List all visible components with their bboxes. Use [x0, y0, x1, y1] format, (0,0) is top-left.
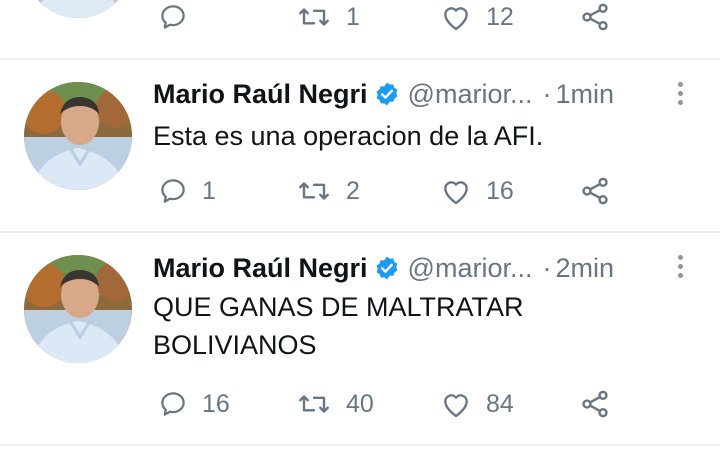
tweet[interactable]: Mario Raúl Negri @marior... · 1min Esta … [0, 60, 720, 230]
tweet-header: Mario Raúl Negri @marior... · 1min [153, 76, 614, 112]
retweet-icon [299, 182, 329, 200]
like-count: 84 [486, 389, 514, 418]
author-name[interactable]: Mario Raúl Negri [153, 253, 368, 284]
retweet-icon [299, 8, 329, 26]
reply-count: 1 [202, 176, 216, 205]
tweet-text: QUE GANAS DE MALTRATAR BOLIVIANOS [153, 292, 524, 360]
author-handle[interactable]: @marior... [408, 253, 533, 284]
more-options-icon[interactable] [673, 255, 687, 282]
retweet-count: 1 [346, 2, 360, 31]
more-options-icon[interactable] [673, 82, 687, 109]
timestamp[interactable]: 2min [555, 253, 614, 284]
like-count: 16 [486, 176, 514, 205]
retweet-count: 2 [346, 176, 360, 205]
share-button[interactable] [579, 384, 611, 424]
retweet-count: 40 [346, 389, 374, 418]
share-icon [582, 177, 608, 205]
reply-icon [161, 179, 185, 203]
like-icon [444, 7, 468, 31]
reply-button[interactable] [158, 0, 202, 37]
retweet-button[interactable]: 1 [296, 0, 360, 37]
verified-badge-icon [374, 255, 400, 281]
reply-icon [161, 392, 185, 416]
share-button[interactable] [579, 0, 611, 37]
divider [0, 444, 720, 446]
reply-button[interactable]: 1 [158, 171, 216, 211]
share-icon [582, 3, 608, 31]
like-button[interactable]: 12 [440, 0, 514, 37]
share-button[interactable] [579, 171, 611, 211]
like-button[interactable]: 16 [440, 171, 514, 211]
avatar[interactable] [24, 255, 132, 363]
separator-dot: · [542, 252, 552, 283]
retweet-button[interactable]: 40 [296, 384, 374, 424]
reply-count: 16 [202, 389, 230, 418]
tweet-text: Esta es una operacion de la AFI. [153, 121, 544, 151]
tweet-actions: 16 40 84 [0, 384, 720, 424]
share-icon [582, 390, 608, 418]
like-count: 12 [486, 2, 514, 31]
like-button[interactable]: 84 [440, 384, 514, 424]
tweet-partial-top: 1 12 [0, 0, 720, 56]
retweet-button[interactable]: 2 [296, 171, 360, 211]
timestamp[interactable]: 1min [555, 79, 614, 110]
retweet-icon [299, 395, 329, 413]
verified-badge-icon [374, 81, 400, 107]
separator-dot: · [542, 78, 552, 109]
like-icon [444, 394, 468, 418]
tweet-actions: 1 12 [0, 0, 720, 37]
like-icon [444, 181, 468, 205]
reply-button[interactable]: 16 [158, 384, 230, 424]
tweet-actions: 1 2 16 [0, 171, 720, 211]
author-name[interactable]: Mario Raúl Negri [153, 79, 368, 110]
author-handle[interactable]: @marior... [408, 79, 533, 110]
tweet[interactable]: Mario Raúl Negri @marior... · 2min QUE G… [0, 233, 720, 443]
tweet-header: Mario Raúl Negri @marior... · 2min [153, 250, 614, 286]
reply-icon [161, 5, 185, 29]
